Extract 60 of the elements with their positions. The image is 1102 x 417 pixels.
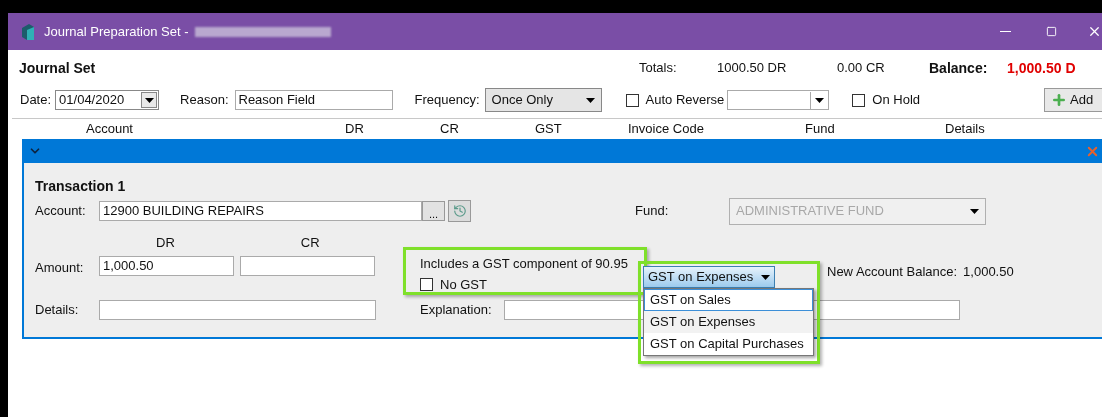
- reason-field[interactable]: Reason Field: [234, 90, 393, 110]
- auto-reverse-select[interactable]: [727, 90, 830, 110]
- gst-component-text: Includes a GST component of 90.95: [420, 255, 629, 273]
- balance-value: 1,000.50 D: [1007, 58, 1076, 78]
- gst-type-select[interactable]: GST on Expenses: [643, 266, 775, 288]
- window-title: Journal Preparation Set -: [44, 22, 189, 41]
- on-hold-label: On Hold: [872, 91, 920, 110]
- fund-label: Fund:: [635, 202, 670, 221]
- column-header[interactable]: CR: [440, 119, 459, 139]
- gst-option[interactable]: GST on Sales: [644, 289, 813, 311]
- total-cr: 0.00 CR: [837, 59, 886, 78]
- dr-label: DR: [156, 234, 175, 251]
- details-field[interactable]: [99, 300, 376, 320]
- column-header[interactable]: Account: [86, 119, 133, 139]
- app-logo-icon: [22, 23, 34, 40]
- journal-set-title: Journal Set: [19, 58, 97, 78]
- caret-icon: [970, 208, 979, 214]
- history-button[interactable]: [448, 200, 471, 222]
- details-label: Details:: [35, 301, 80, 320]
- date-label: Date:: [20, 91, 52, 110]
- gst-option[interactable]: GST on Capital Purchases: [644, 333, 813, 355]
- caret-icon: [585, 97, 595, 103]
- maximize-icon: [1045, 26, 1057, 37]
- checkbox[interactable]: [625, 93, 639, 107]
- checkbox[interactable]: [420, 277, 433, 291]
- account-field[interactable]: 12900 BUILDING REPAIRS: [99, 201, 422, 221]
- caret-icon: [144, 97, 154, 103]
- plus-icon: [1051, 92, 1067, 108]
- caret-icon: [761, 274, 770, 280]
- transaction-title: Transaction 1: [35, 177, 127, 196]
- history-icon: [452, 204, 467, 218]
- cr-label: CR: [300, 234, 320, 251]
- auto-reverse-label: Auto Reverse: [645, 91, 725, 110]
- new-balance-value: 1,000.50: [963, 263, 1014, 281]
- totals-label: Totals:: [639, 59, 678, 78]
- caret-icon: [814, 97, 824, 103]
- date-picker[interactable]: 01/04/2020: [55, 90, 160, 110]
- add-button[interactable]: Add: [1044, 88, 1102, 112]
- frequency-select[interactable]: Once Only: [484, 88, 602, 112]
- column-header[interactable]: DR: [345, 119, 364, 139]
- column-header[interactable]: Fund: [805, 119, 835, 139]
- dr-amount-field[interactable]: 1,000.50: [99, 256, 234, 276]
- column-header[interactable]: GST: [535, 119, 562, 139]
- browse-button[interactable]: ...: [422, 201, 445, 221]
- checkbox[interactable]: [852, 93, 866, 107]
- balance-label: Balance:: [929, 58, 989, 78]
- column-header[interactable]: Invoice Code: [628, 119, 704, 139]
- account-label: Account:: [35, 202, 87, 221]
- new-balance-label: New Account Balance:: [827, 263, 958, 281]
- reason-label: Reason:: [180, 91, 229, 110]
- column-header[interactable]: Details: [945, 119, 985, 139]
- total-dr: 1000.50 DR: [717, 59, 788, 78]
- cr-amount-field[interactable]: [240, 256, 375, 276]
- gst-option[interactable]: GST on Expenses: [644, 311, 813, 333]
- amount-label: Amount:: [35, 259, 85, 277]
- minimize-icon: [999, 31, 1011, 32]
- close-icon: [1087, 24, 1102, 39]
- frequency-label: Frequency:: [414, 91, 480, 110]
- explanation-label: Explanation:: [420, 301, 493, 320]
- no-gst-label: No GST: [440, 275, 487, 294]
